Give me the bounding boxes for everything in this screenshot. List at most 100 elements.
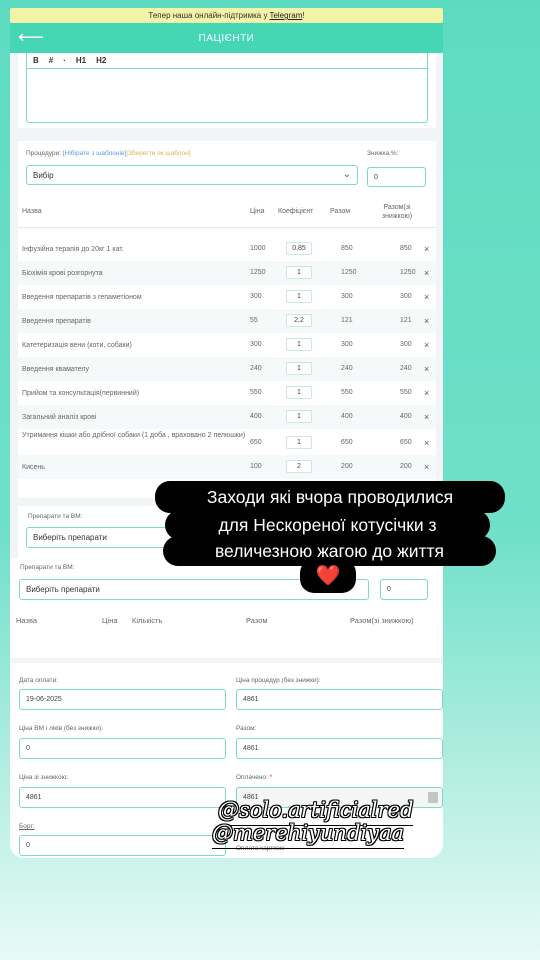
procedure-price: 240 [250,365,262,372]
coefficient-input[interactable]: 1 [286,362,312,375]
table-row: Загальний аналіз крові 400 400 400 1 × [18,405,436,429]
close-icon[interactable]: × [424,438,429,448]
procedure-name: Введення квамателу [22,366,90,373]
heart-icon: ❤️ [315,565,341,587]
procedure-price: 1250 [250,269,266,276]
heading-tool[interactable]: # [49,56,53,65]
chevron-down-icon: ⌄ [342,169,351,180]
coefficient-input[interactable]: 1 [286,386,312,399]
close-icon[interactable]: × [424,292,429,302]
procedure-name: Введення препаратів з гепаметіоном [22,294,142,301]
coefficient-input[interactable]: 2 [286,460,312,473]
procedures-price-field[interactable]: 4861 [236,689,443,710]
procedures-card: Процедури: [Нібірате з шаблонів][Зберегт… [18,141,436,498]
medications-qty-input[interactable]: 0 [380,579,428,600]
procedure-total: 400 [341,413,353,420]
medications-card-2: Препарати та ВМ: Виберіть препарати 0 На… [10,558,443,658]
procedure-total: 200 [341,463,353,470]
debt-field[interactable]: 0 [19,835,226,856]
telegram-link[interactable]: Telegram [269,11,302,20]
mention-2[interactable]: @merehiyundiyaa [212,821,405,849]
coefficient-input[interactable]: 1 [286,266,312,279]
caption-line-1: Заходи які вчора проводилися [155,481,505,513]
close-icon[interactable]: × [424,268,429,278]
template-link[interactable]: [Нібірате з шаблонів] [63,150,126,157]
editor-toolbar: B # · H1 H2 [27,53,427,69]
procedure-total-discount: 650 [400,439,412,446]
pay-date-field[interactable]: 19-06-2025 [19,689,226,710]
procedure-total-discount: 550 [400,389,412,396]
procedure-select[interactable]: Вибір ⌄ [26,165,358,185]
procedure-total-discount: 200 [400,463,412,470]
discounted-price-field[interactable]: 4861 [19,787,226,808]
procedure-price: 400 [250,413,262,420]
heart-sticker: ❤️ [300,559,356,593]
discount-label: Знижка,%: [367,150,399,157]
procedure-total: 300 [341,341,353,348]
calculator-icon[interactable] [428,792,438,803]
close-icon[interactable]: × [424,316,429,326]
table-row: Катетеризація вени (коти, собаки) 300 300 3… [18,333,436,357]
bullet-tool[interactable]: · [63,56,66,65]
procedure-total-discount: 300 [400,293,412,300]
page-content: B # · H1 H2 Процедури: [Нібірате з шабло… [10,53,443,858]
save-template-link[interactable]: [Зберегти як шаблон] [126,150,190,157]
procedure-name: Кисень [22,464,45,471]
table-row: Утримання кішки або дрібної собаки (1 до… [18,429,436,457]
coefficient-input[interactable]: 1 [286,436,312,449]
table-row: Введення препаратів з гепаметіоном 300 300… [18,285,436,309]
medications-price-field[interactable]: 0 [19,738,226,759]
coefficient-input[interactable]: 0,85 [286,242,312,255]
app-screen: ⟵ ПАЦІЄНТИ B # · H1 H2 Процедури: [Нібір… [10,23,443,858]
procedure-total: 850 [341,245,353,252]
procedure-total: 300 [341,293,353,300]
table-row: Введення квамателу 240 240 240 1 × [18,357,436,381]
procedure-total-discount: 300 [400,341,412,348]
close-icon[interactable]: × [424,388,429,398]
procedure-total: 550 [341,389,353,396]
procedure-price: 1000 [250,245,266,252]
editor-area[interactable]: B # · H1 H2 [26,53,428,123]
coefficient-input[interactable]: 1 [286,410,312,423]
procedure-name: Катетеризація вени (коти, собаки) [22,342,132,349]
procedure-name: Загальний аналіз крові [22,414,97,421]
h2-tool[interactable]: H2 [96,56,106,65]
bold-tool[interactable]: B [33,56,39,65]
coefficient-input[interactable]: 1 [286,338,312,351]
close-icon[interactable]: × [424,364,429,374]
table-row: Введення препаратів 55 121 121 2,2 × [18,309,436,333]
close-icon[interactable]: × [424,244,429,254]
close-icon[interactable]: × [424,462,429,472]
procedure-price: 550 [250,389,262,396]
procedure-name: Утримання кішки або дрібної собаки (1 до… [22,432,246,439]
h1-tool[interactable]: H1 [76,56,86,65]
discount-input[interactable]: 0 [367,167,426,187]
procedure-total-discount: 121 [400,317,412,324]
arrow-left-icon[interactable]: ⟵ [18,27,44,47]
coefficient-input[interactable]: 1 [286,290,312,303]
close-icon[interactable]: × [424,340,429,350]
procedure-total-discount: 240 [400,365,412,372]
mention-1[interactable]: @solo.artificialred [218,798,414,826]
coefficient-input[interactable]: 2,2 [286,314,312,327]
procedure-total-discount: 850 [400,245,412,252]
procedure-price: 100 [250,463,262,470]
total-field[interactable]: 4861 [236,738,443,759]
banner-text: Тепер наша онлайн-підтримка у [148,11,268,20]
app-bar: ⟵ ПАЦІЄНТИ [10,23,443,53]
procedure-price: 650 [250,439,262,446]
procedures-table-header: Назва Ціна Коефіцієнт Разом Разом(зі зни… [18,196,436,228]
procedure-name: Введення препаратів [22,318,91,325]
procedure-price: 300 [250,293,262,300]
procedure-name: Прийом та консультація(первинний) [22,390,140,397]
procedure-total: 240 [341,365,353,372]
table-row: Інфузійна терапія до 20кг 1 кат. 1000 850 8… [18,237,436,261]
notes-editor: B # · H1 H2 [18,53,436,128]
support-banner: Тепер наша онлайн-підтримка у Telegram! [10,8,443,23]
procedure-total: 1250 [341,269,357,276]
procedure-total: 650 [341,439,353,446]
close-icon[interactable]: × [424,412,429,422]
procedure-price: 55 [250,317,258,324]
procedure-total-discount: 1250 [400,269,416,276]
table-row: Кисень 100 200 200 2 × [18,455,436,479]
